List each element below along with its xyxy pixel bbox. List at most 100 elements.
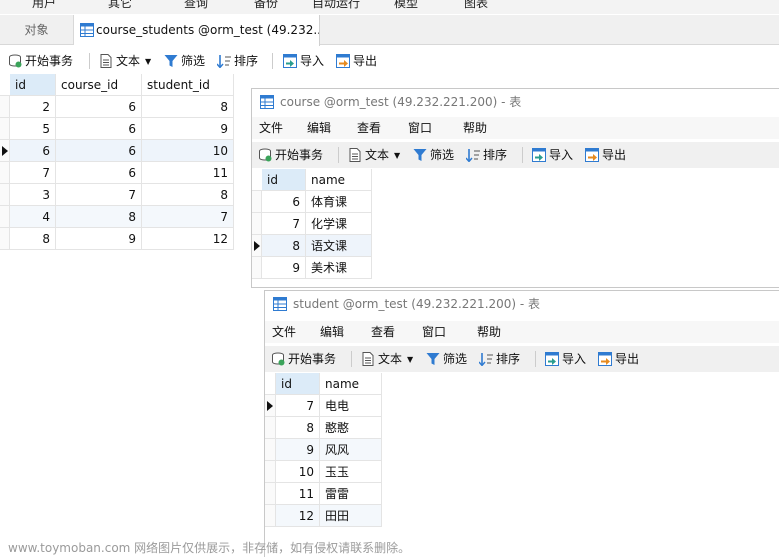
- cell-id[interactable]: 11: [276, 483, 320, 505]
- menu-help[interactable]: 帮助: [477, 321, 501, 343]
- cell-id[interactable]: 4: [10, 206, 56, 228]
- import-button[interactable]: 导入: [532, 142, 573, 168]
- cell-id[interactable]: 9: [262, 257, 306, 279]
- row-selector[interactable]: [0, 184, 10, 206]
- filter-button[interactable]: 筛选: [164, 48, 205, 74]
- cell-id[interactable]: 8: [262, 235, 306, 257]
- cell-student-id[interactable]: 8: [142, 96, 234, 118]
- cell-name[interactable]: 电电: [320, 395, 382, 417]
- cell-course-id[interactable]: 8: [56, 206, 142, 228]
- cell-name[interactable]: 雷雷: [320, 483, 382, 505]
- row-selector[interactable]: [252, 257, 262, 279]
- cell-student-id[interactable]: 8: [142, 184, 234, 206]
- cell-student-id[interactable]: 10: [142, 140, 234, 162]
- cell-course-id[interactable]: 7: [56, 184, 142, 206]
- row-selector[interactable]: [0, 206, 10, 228]
- cell-name[interactable]: 语文课: [306, 235, 372, 257]
- row-selector[interactable]: [0, 96, 10, 118]
- filter-button[interactable]: 筛选: [413, 142, 454, 168]
- row-selector[interactable]: [265, 505, 276, 527]
- cell-id[interactable]: 6: [10, 140, 56, 162]
- column-header-course-id[interactable]: course_id: [56, 74, 142, 96]
- cell-course-id[interactable]: 6: [56, 162, 142, 184]
- current-row-indicator[interactable]: [0, 140, 10, 162]
- cell-id[interactable]: 6: [262, 191, 306, 213]
- cell-name[interactable]: 玉玉: [320, 461, 382, 483]
- column-header-name[interactable]: name: [306, 169, 372, 191]
- filter-button[interactable]: 筛选: [426, 346, 467, 372]
- menu-model[interactable]: 模型: [394, 0, 418, 11]
- begin-transaction-button[interactable]: 开始事务: [8, 48, 73, 74]
- cell-name[interactable]: 风风: [320, 439, 382, 461]
- export-button[interactable]: 导出: [336, 48, 377, 74]
- column-header-id[interactable]: id: [276, 373, 320, 395]
- menu-window[interactable]: 窗口: [408, 117, 432, 139]
- cell-name[interactable]: 憨憨: [320, 417, 382, 439]
- text-button[interactable]: 文本 ▼: [361, 346, 413, 372]
- menu-file[interactable]: 文件: [259, 117, 283, 139]
- menu-chart[interactable]: 图表: [464, 0, 488, 11]
- cell-name[interactable]: 化学课: [306, 213, 372, 235]
- export-button[interactable]: 导出: [585, 142, 626, 168]
- column-header-id[interactable]: id: [10, 74, 56, 96]
- export-button[interactable]: 导出: [598, 346, 639, 372]
- row-selector[interactable]: [265, 483, 276, 505]
- menu-file[interactable]: 文件: [272, 321, 296, 343]
- menu-edit[interactable]: 编辑: [307, 117, 331, 139]
- cell-course-id[interactable]: 9: [56, 228, 142, 250]
- tab-course-students[interactable]: course_students @orm_test (49.232....: [74, 15, 320, 46]
- text-button[interactable]: 文本 ▼: [99, 48, 151, 74]
- cell-course-id[interactable]: 6: [56, 140, 142, 162]
- cell-id[interactable]: 7: [10, 162, 56, 184]
- row-selector[interactable]: [0, 228, 10, 250]
- menu-window[interactable]: 窗口: [422, 321, 446, 343]
- cell-name[interactable]: 体育课: [306, 191, 372, 213]
- menu-users[interactable]: 用户: [32, 0, 56, 11]
- tab-objects[interactable]: 对象: [0, 15, 74, 45]
- row-selector[interactable]: [265, 461, 276, 483]
- window-title-bar[interactable]: course @orm_test (49.232.221.200) - 表: [252, 89, 779, 115]
- cell-id[interactable]: 8: [10, 228, 56, 250]
- cell-course-id[interactable]: 6: [56, 118, 142, 140]
- cell-id[interactable]: 7: [276, 395, 320, 417]
- cell-student-id[interactable]: 7: [142, 206, 234, 228]
- cell-student-id[interactable]: 9: [142, 118, 234, 140]
- import-button[interactable]: 导入: [283, 48, 324, 74]
- menu-automation[interactable]: 自动运行: [312, 0, 360, 11]
- sort-button[interactable]: 排序: [479, 346, 520, 372]
- sort-button[interactable]: 排序: [466, 142, 507, 168]
- cell-id[interactable]: 9: [276, 439, 320, 461]
- current-row-indicator[interactable]: [252, 235, 262, 257]
- column-header-id[interactable]: id: [262, 169, 306, 191]
- menu-view[interactable]: 查看: [357, 117, 381, 139]
- cell-name[interactable]: 田田: [320, 505, 382, 527]
- cell-name[interactable]: 美术课: [306, 257, 372, 279]
- cell-student-id[interactable]: 12: [142, 228, 234, 250]
- current-row-indicator[interactable]: [265, 395, 276, 417]
- cell-student-id[interactable]: 11: [142, 162, 234, 184]
- menu-query[interactable]: 查询: [184, 0, 208, 11]
- menu-help[interactable]: 帮助: [463, 117, 487, 139]
- menu-edit[interactable]: 编辑: [320, 321, 344, 343]
- row-selector[interactable]: [0, 118, 10, 140]
- row-selector[interactable]: [252, 191, 262, 213]
- import-button[interactable]: 导入: [545, 346, 586, 372]
- column-header-student-id[interactable]: student_id: [142, 74, 234, 96]
- cell-id[interactable]: 8: [276, 417, 320, 439]
- menu-backup[interactable]: 备份: [254, 0, 278, 11]
- cell-id[interactable]: 10: [276, 461, 320, 483]
- cell-id[interactable]: 7: [262, 213, 306, 235]
- row-selector[interactable]: [252, 213, 262, 235]
- begin-transaction-button[interactable]: 开始事务: [271, 346, 336, 372]
- begin-transaction-button[interactable]: 开始事务: [258, 142, 323, 168]
- row-selector[interactable]: [265, 439, 276, 461]
- cell-id[interactable]: 2: [10, 96, 56, 118]
- row-selector[interactable]: [265, 417, 276, 439]
- menu-other[interactable]: 其它: [108, 0, 132, 11]
- cell-course-id[interactable]: 6: [56, 96, 142, 118]
- window-title-bar[interactable]: student @orm_test (49.232.221.200) - 表: [265, 291, 779, 317]
- row-selector[interactable]: [0, 162, 10, 184]
- cell-id[interactable]: 3: [10, 184, 56, 206]
- menu-view[interactable]: 查看: [371, 321, 395, 343]
- sort-button[interactable]: 排序: [217, 48, 258, 74]
